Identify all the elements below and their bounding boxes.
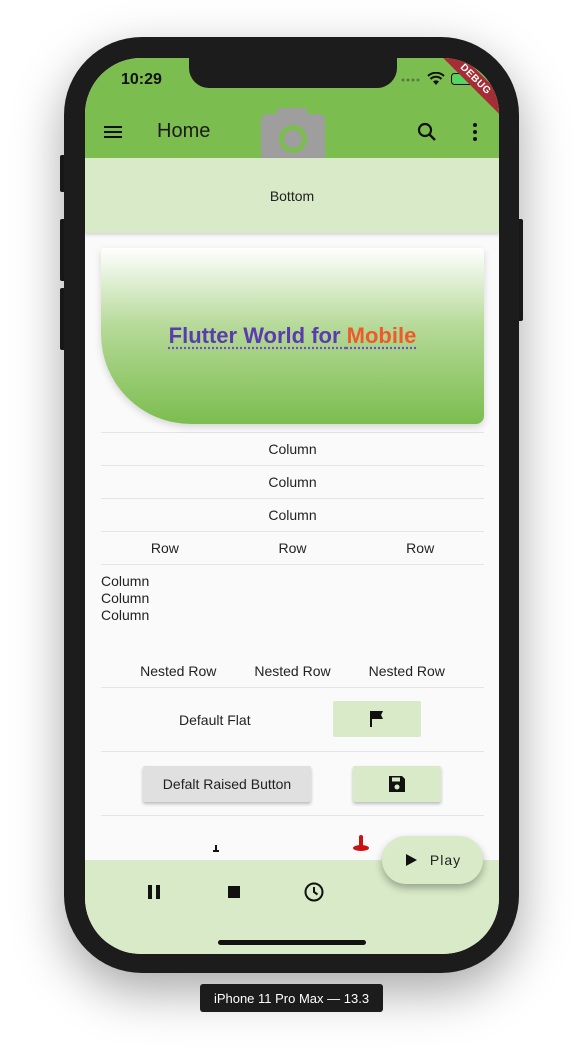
pause-icon[interactable] xyxy=(142,880,166,904)
search-icon[interactable] xyxy=(415,120,439,144)
device-label: iPhone 11 Pro Max — 13.3 xyxy=(200,984,383,1012)
more-vert-icon[interactable] xyxy=(463,120,487,144)
main-content: Flutter World for Mobile Column Column C… xyxy=(101,248,484,856)
column-item: Column xyxy=(101,465,484,498)
play-icon xyxy=(405,854,417,866)
row-item: Row xyxy=(406,540,435,556)
default-flat-button[interactable]: Default Flat xyxy=(179,712,251,728)
home-indicator[interactable] xyxy=(218,940,366,945)
left-column-group: Column Column Column xyxy=(101,564,484,655)
row-item: Row xyxy=(150,540,179,556)
flag-icon xyxy=(370,711,383,727)
left-column-item: Column xyxy=(101,607,150,623)
play-label: Play xyxy=(429,852,462,868)
camera-icon xyxy=(261,108,325,158)
row-item: Row xyxy=(278,540,307,556)
person-icon xyxy=(213,845,219,852)
card-title-part2: Mobile xyxy=(346,323,417,348)
save-icon xyxy=(389,776,405,792)
wifi-icon xyxy=(427,72,445,85)
left-column-item: Column xyxy=(101,573,150,589)
debug-banner: DEBUG xyxy=(435,58,499,120)
cellular-icon xyxy=(401,78,420,82)
nested-row-item: Nested Row xyxy=(140,663,217,679)
phone-screen: 10:29 DEBUG Home Bottom Flutter World fo… xyxy=(85,58,499,954)
column-item: Column xyxy=(101,498,484,531)
stop-icon[interactable] xyxy=(222,880,246,904)
raised-button-row: Defalt Raised Button xyxy=(101,751,484,815)
nested-row-container: Nested Row Nested Row Nested Row xyxy=(101,655,484,687)
flag-button[interactable] xyxy=(333,701,421,737)
card-title-part1: Flutter World for xyxy=(168,323,347,348)
clock-icon[interactable] xyxy=(302,880,326,904)
notch xyxy=(189,58,397,88)
status-time: 10:29 xyxy=(121,71,162,88)
app-bar-bottom: Bottom xyxy=(85,158,499,233)
nested-row-item: Nested Row xyxy=(368,663,445,679)
card-title: Flutter World for Mobile xyxy=(169,323,417,349)
page-title: Home xyxy=(157,120,211,142)
nested-row-item: Nested Row xyxy=(254,663,331,679)
row-container: Row Row Row xyxy=(101,531,484,564)
red-person-icon xyxy=(353,835,369,851)
save-button[interactable] xyxy=(353,766,441,802)
header-card: Flutter World for Mobile xyxy=(101,248,484,424)
default-raised-button[interactable]: Defalt Raised Button xyxy=(143,766,311,802)
column-item: Column xyxy=(101,432,484,465)
left-column-item: Column xyxy=(101,590,150,606)
bottom-label: Bottom xyxy=(269,187,315,204)
play-fab[interactable]: Play xyxy=(382,836,483,884)
menu-icon[interactable] xyxy=(101,120,125,144)
flat-button-row: Default Flat xyxy=(101,687,484,751)
